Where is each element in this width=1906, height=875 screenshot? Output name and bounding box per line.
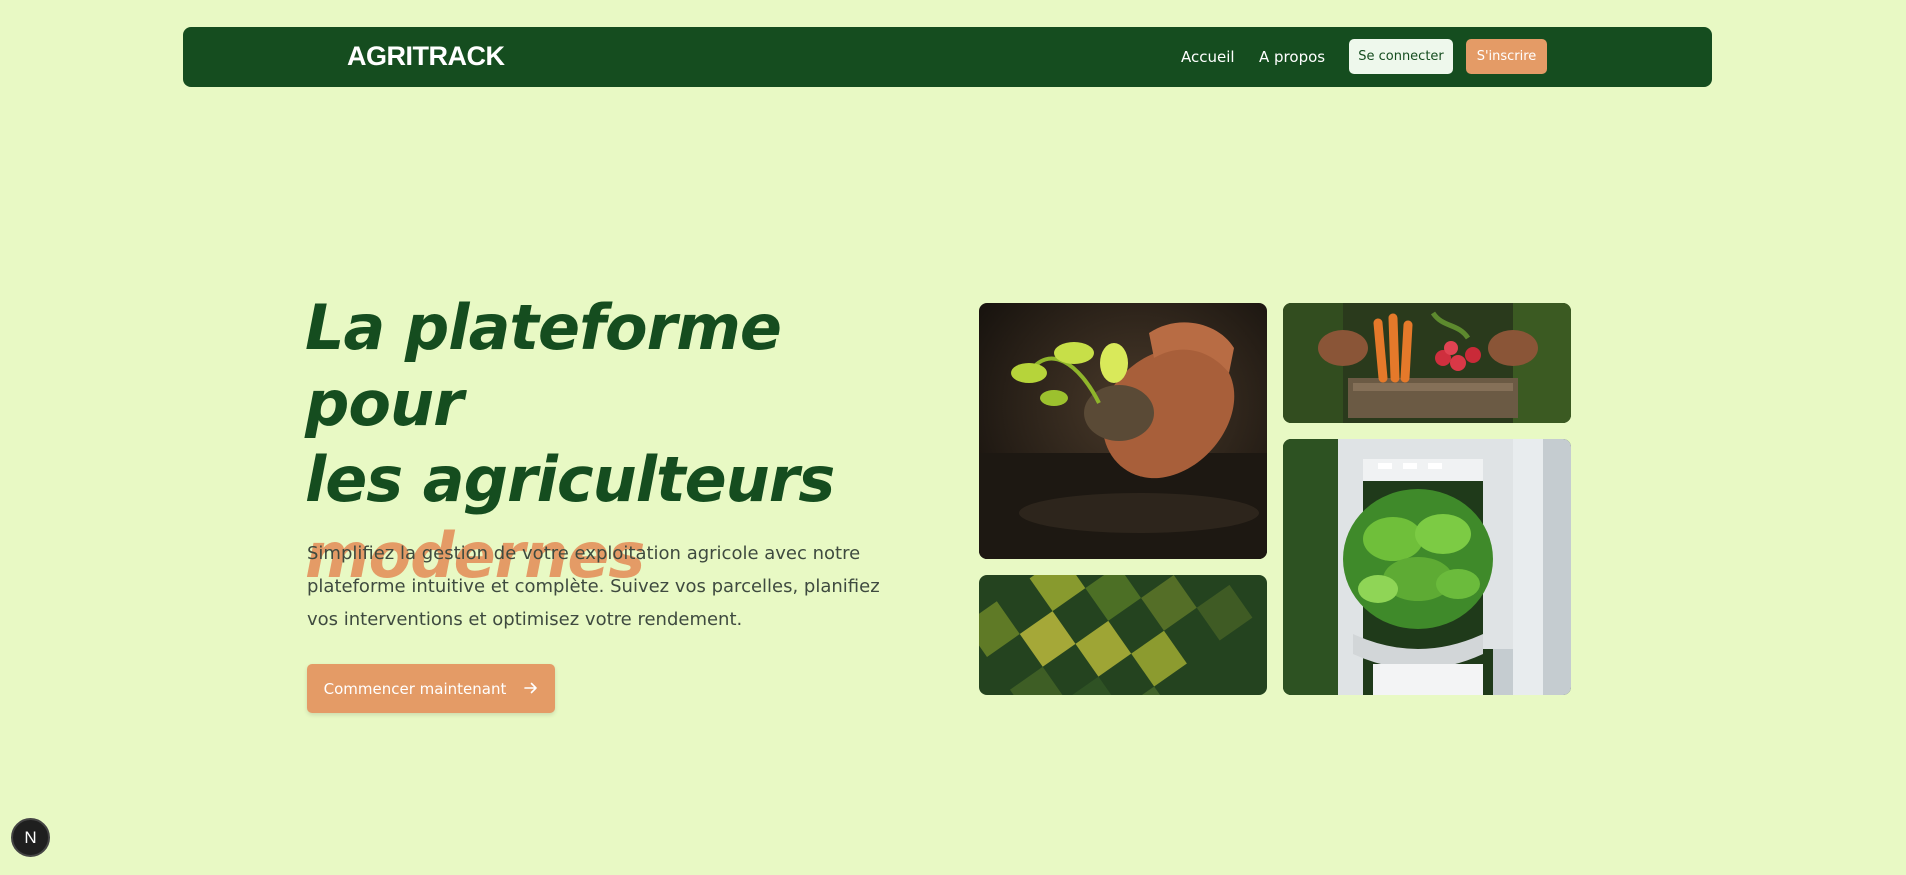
brand-logo[interactable]: AGRITRACK [347, 41, 505, 72]
nav-link-accueil[interactable]: Accueil [1181, 48, 1235, 66]
get-started-button[interactable]: Commencer maintenant [307, 664, 555, 713]
hydroponic-plant-tower-image [1283, 439, 1571, 695]
hero-title-line1: La plateforme pour [305, 291, 782, 440]
aerial-fields-image [979, 575, 1267, 695]
signup-button[interactable]: S'inscrire [1466, 39, 1547, 74]
hero-description: Simplifiez la gestion de votre exploitat… [307, 543, 880, 630]
login-button[interactable]: Se connecter [1349, 39, 1453, 74]
get-started-label: Commencer maintenant [323, 679, 507, 698]
nav-link-a-propos[interactable]: A propos [1259, 48, 1325, 66]
hero-title-line2: les agriculteurs [305, 443, 835, 516]
harvested-vegetables-crate-image [1283, 303, 1571, 423]
navbar: AGRITRACK Accueil A propos Se connecter … [183, 27, 1712, 87]
dev-indicator-badge[interactable]: N [11, 818, 50, 857]
hands-planting-seedling-image [979, 303, 1267, 559]
arrow-right-icon [524, 680, 538, 698]
